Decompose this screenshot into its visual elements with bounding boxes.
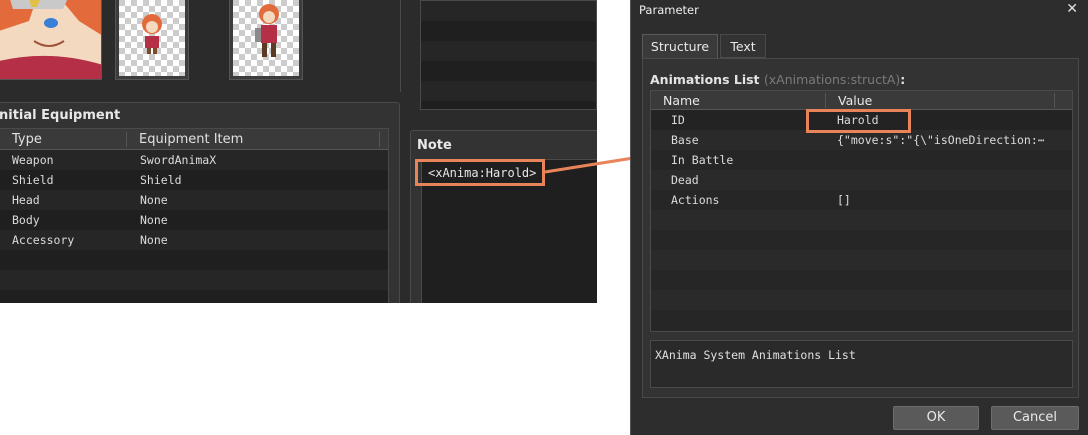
id-value-highlight-box <box>806 109 911 133</box>
table-row[interactable] <box>0 250 388 270</box>
param-name-cell: Dead <box>671 173 699 187</box>
param-row[interactable] <box>651 310 1072 330</box>
traits-grid[interactable] <box>420 0 597 110</box>
table-row[interactable]: Head None <box>0 190 388 210</box>
character-sprite-preview <box>119 0 185 76</box>
param-row[interactable] <box>651 210 1072 230</box>
table-row[interactable] <box>0 270 388 290</box>
description-text: XAnima System Animations List <box>655 348 856 362</box>
equipment-grid-header: Type Equipment Item <box>0 129 388 150</box>
actor-face-image <box>0 0 101 79</box>
param-name-cell: Actions <box>671 193 720 207</box>
param-row[interactable] <box>651 230 1072 250</box>
equipment-grid[interactable]: Type Equipment Item Weapon SwordAnimaX Shi… <box>0 128 389 303</box>
param-value-cell: {"move:s":"{\"isOneDirection:⋯ <box>837 133 1045 147</box>
initial-equipment-title: nitial Equipment <box>0 108 121 123</box>
table-row[interactable]: Body None <box>0 210 388 230</box>
ok-button[interactable]: OK <box>893 406 979 430</box>
equipment-type-cell: Body <box>12 213 40 227</box>
equipment-item-cell: Shield <box>140 173 182 187</box>
param-row[interactable]: Dead <box>651 170 1072 190</box>
face-image-frame[interactable] <box>0 0 102 80</box>
description-box: XAnima System Animations List <box>650 340 1073 388</box>
table-row[interactable]: Weapon SwordAnimaX <box>0 150 388 170</box>
equipment-item-cell: None <box>140 193 168 207</box>
equipment-type-cell: Shield <box>12 173 54 187</box>
param-row[interactable] <box>651 250 1072 270</box>
equipment-item-cell: None <box>140 233 168 247</box>
dialog-title: Parameter <box>639 3 699 17</box>
params-rows: ID Harold Base {"move:s":"{\"isOneDirection… <box>651 110 1072 330</box>
equipment-item-cell: SwordAnimaX <box>140 153 217 167</box>
column-value[interactable]: Value <box>826 92 1055 108</box>
list-type-text: (xAnimations:structA) <box>763 72 901 87</box>
column-equipment-item[interactable]: Equipment Item <box>127 131 380 147</box>
tab-text[interactable]: Text <box>720 34 766 58</box>
battler-image-frame[interactable] <box>229 0 303 80</box>
animations-list-label: Animations List (xAnimations:structA): <box>650 72 905 87</box>
equipment-item-cell: None <box>140 213 168 227</box>
param-name-cell: Base <box>671 133 699 147</box>
column-type[interactable]: Type <box>0 131 127 147</box>
param-row[interactable]: Base {"move:s":"{\"isOneDirection:⋯ <box>651 130 1072 150</box>
list-label-text: Animations List <box>650 72 760 87</box>
column-name[interactable]: Name <box>651 92 826 108</box>
table-row[interactable]: Shield Shield <box>0 170 388 190</box>
tab-structure[interactable]: Structure <box>642 34 718 58</box>
equipment-type-cell: Weapon <box>12 153 54 167</box>
frame-divider <box>400 0 401 92</box>
param-row[interactable]: Actions [] <box>651 190 1072 210</box>
equipment-rows: Weapon SwordAnimaX Shield Shield Head None Bod… <box>0 150 388 290</box>
param-row[interactable] <box>651 270 1072 290</box>
param-name-cell: ID <box>671 113 685 127</box>
param-row[interactable]: In Battle <box>651 150 1072 170</box>
param-name-cell: In Battle <box>671 153 734 167</box>
param-row[interactable] <box>651 290 1072 310</box>
cancel-button[interactable]: Cancel <box>991 406 1079 430</box>
param-value-cell: [] <box>837 193 851 207</box>
note-title: Note <box>417 138 452 153</box>
close-icon[interactable]: ✕ <box>1066 1 1078 17</box>
params-grid-header: Name Value <box>651 91 1072 110</box>
initial-equipment-group: nitial Equipment Type Equipment Item Wea… <box>0 102 400 303</box>
character-image-frame[interactable] <box>115 0 189 80</box>
table-row[interactable]: Accessory None <box>0 230 388 250</box>
actor-editor-panel: nitial Equipment Type Equipment Item Wea… <box>0 0 597 303</box>
dialog-titlebar: Parameter ✕ <box>631 0 1088 20</box>
equipment-type-cell: Accessory <box>12 233 75 247</box>
parameter-dialog: Parameter ✕ Structure Text Animations Li… <box>630 0 1088 435</box>
battler-sprite-preview <box>233 0 299 76</box>
equipment-type-cell: Head <box>12 193 40 207</box>
note-highlight-box <box>415 159 545 186</box>
list-label-colon: : <box>900 72 906 87</box>
